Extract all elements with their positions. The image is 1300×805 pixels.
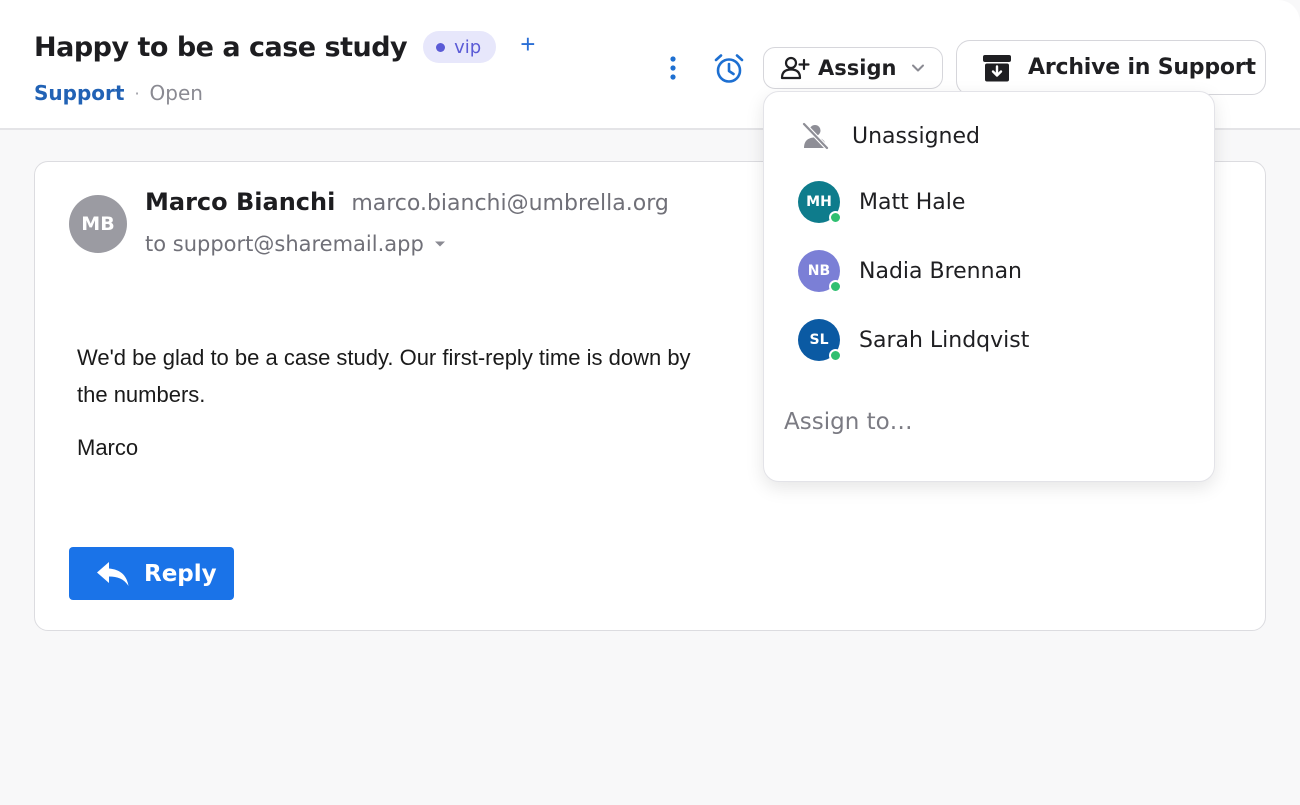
caret-down-icon[interactable] [434, 240, 446, 248]
avatar: NB [798, 250, 842, 293]
archive-label: Archive in Support [1028, 55, 1256, 80]
snooze-button[interactable] [712, 52, 746, 86]
assign-option-sarah-lindqvist[interactable]: SL Sarah Lindqvist [764, 310, 1214, 370]
sender-name: Marco Bianchi [145, 188, 336, 216]
reply-label: Reply [144, 560, 217, 587]
message-signoff: Marco [77, 435, 139, 460]
breadcrumb: Support · Open [34, 81, 203, 105]
assign-option-label: Sarah Lindqvist [859, 327, 1030, 353]
reply-arrow-icon [97, 561, 129, 586]
user-off-icon [801, 121, 830, 151]
title-row: Happy to be a case study vip + [34, 26, 535, 68]
add-user-icon [780, 56, 810, 80]
avatar: MH [798, 181, 842, 224]
avatar: SL [798, 319, 842, 362]
inbox-link[interactable]: Support [34, 81, 124, 105]
assign-label: Assign [818, 56, 897, 80]
avatar-initials: NB [807, 263, 831, 279]
online-status-dot [829, 349, 842, 362]
reply-button[interactable]: Reply [69, 547, 234, 600]
avatar-initials: SL [809, 332, 829, 348]
archive-box-icon [983, 54, 1011, 81]
conversation-status: Open [149, 81, 203, 105]
assign-option-matt-hale[interactable]: MH Matt Hale [764, 172, 1214, 232]
online-status-dot [829, 280, 842, 293]
assign-option-label: Nadia Brennan [859, 258, 1022, 284]
vertical-dots-icon [670, 56, 676, 80]
recipient-line: to support@sharemail.app [145, 232, 424, 256]
chevron-down-icon [912, 64, 925, 72]
more-options-button[interactable] [662, 52, 684, 84]
assign-to-input[interactable] [784, 402, 1184, 442]
recipients-row[interactable]: to support@sharemail.app [145, 232, 446, 256]
alarm-clock-icon [714, 54, 744, 83]
add-tag-button[interactable]: + [520, 31, 535, 57]
sender-row: Marco Bianchi marco.bianchi@umbrella.org [145, 188, 669, 216]
assign-option-nadia-brennan[interactable]: NB Nadia Brennan [764, 241, 1214, 301]
avatar-initials: MH [806, 194, 832, 210]
sender-email: marco.bianchi@umbrella.org [351, 191, 669, 216]
assign-dropdown: Unassigned MH Matt Hale NB Nadia Brennan… [763, 91, 1215, 482]
online-status-dot [829, 211, 842, 224]
assign-button[interactable]: Assign [763, 47, 943, 89]
conversation-subject: Happy to be a case study [34, 31, 408, 63]
archive-button[interactable]: Archive in Support [956, 40, 1266, 95]
assign-option-label: Unassigned [852, 123, 980, 149]
tag-label: vip [454, 36, 482, 58]
vip-tag[interactable]: vip [423, 31, 497, 63]
assign-option-unassigned[interactable]: Unassigned [764, 106, 1214, 166]
assign-option-label: Matt Hale [859, 189, 966, 215]
tag-dot-icon [436, 42, 446, 52]
sender-avatar: MB [69, 195, 127, 253]
breadcrumb-separator: · [134, 83, 140, 103]
